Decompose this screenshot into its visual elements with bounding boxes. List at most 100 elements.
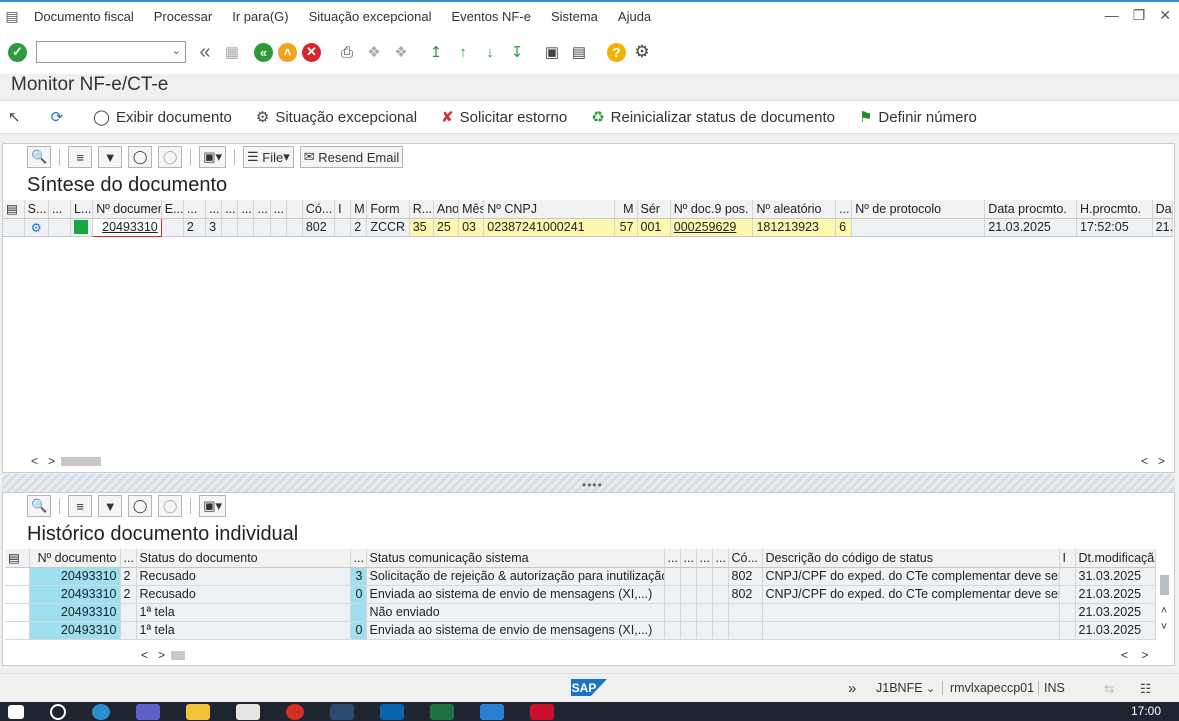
horizontal-scrollbar-right[interactable]: < > [1121, 647, 1148, 663]
menu-sistema[interactable]: Sistema [541, 9, 608, 24]
column-header[interactable]: Dat [1152, 200, 1174, 219]
column-header[interactable]: Nº doc.9 pos. [670, 200, 754, 219]
minimize-icon[interactable]: — [1105, 7, 1119, 24]
column-header[interactable]: ... [835, 200, 853, 219]
column-header[interactable]: ... [237, 200, 255, 219]
excel-icon[interactable] [430, 703, 454, 720]
column-header[interactable]: M [614, 200, 638, 219]
outlook-icon[interactable] [380, 703, 404, 720]
shortcut-icon[interactable]: ▤ [568, 41, 590, 63]
chevron-down-icon[interactable]: ⌄ [172, 44, 181, 57]
menu-situacao-excepcional[interactable]: Situação excepcional [299, 9, 442, 24]
column-header[interactable]: Descrição do código de status [762, 549, 1060, 568]
chevron-down-icon[interactable]: ⌄ [926, 682, 935, 695]
expand-status-icon[interactable]: » [848, 680, 856, 697]
scroll-thumb[interactable] [171, 650, 186, 660]
customize-icon[interactable]: ⚙ [631, 41, 653, 63]
definir-numero-button[interactable]: ⚑ Definir número [859, 108, 977, 127]
column-header[interactable]: Nº aleatório [752, 200, 837, 219]
column-header[interactable]: ... [253, 200, 271, 219]
column-header[interactable]: M [350, 200, 368, 219]
teams-icon[interactable] [136, 703, 160, 720]
scroll-thumb[interactable] [1159, 575, 1169, 595]
column-header[interactable]: R... [409, 200, 434, 219]
column-header[interactable]: Status do documento [136, 549, 351, 568]
lock-icon[interactable]: ☷ [1140, 681, 1151, 696]
scroll-down-icon[interactable]: ˅ [1161, 621, 1167, 633]
splitter[interactable]: •••• [2, 474, 1175, 492]
solicitar-estorno-button[interactable]: ✘ Solicitar estorno [441, 108, 567, 127]
first-page-icon[interactable]: ↥ [425, 41, 447, 63]
menu-ir-para[interactable]: Ir para(G) [222, 9, 298, 24]
resend-email-button[interactable]: ✉ Resend Email [299, 146, 404, 168]
layout-settings-icon[interactable]: ▤ [3, 200, 25, 219]
command-field[interactable]: ⌄ [36, 41, 186, 63]
situacao-excepcional-button[interactable]: ⚙ Situação excepcional [256, 108, 417, 127]
column-header[interactable]: Nº CNPJ [483, 200, 616, 219]
column-header[interactable]: ... [696, 549, 713, 568]
column-header[interactable]: Nº documento [92, 200, 162, 219]
menu-eventos-nfe[interactable]: Eventos NF-e [441, 9, 540, 24]
previous-page-icon[interactable]: ↑ [452, 41, 474, 63]
next-page-icon[interactable]: ↓ [479, 41, 501, 63]
back-icon[interactable]: « [254, 42, 273, 62]
horizontal-scrollbar-right[interactable]: < > [1141, 453, 1165, 469]
exibir-documento-button[interactable]: ◯ Exibir documento [93, 108, 232, 127]
folder-icon[interactable] [186, 703, 210, 720]
column-header[interactable]: Có... [728, 549, 763, 568]
column-header[interactable]: ... [664, 549, 681, 568]
cancel-icon[interactable]: ✕ [302, 42, 321, 62]
layout-settings-icon[interactable]: ▤ [5, 549, 30, 568]
enter-icon[interactable]: ✓ [8, 42, 27, 62]
horizontal-scrollbar[interactable]: < > [141, 647, 186, 663]
column-header[interactable]: ... [350, 549, 367, 568]
column-header[interactable]: ... [205, 200, 223, 219]
details-icon[interactable]: 🔍 [27, 146, 52, 168]
table-row[interactable]: 20493310 1ª tela 0 Enviada ao sistema de… [5, 621, 1156, 640]
filter-icon[interactable]: ▼ [98, 495, 123, 517]
table-row[interactable]: ⚙ 20493310 2 3 802 2 ZCCR 35 25 03 02387… [3, 217, 1174, 237]
table-row[interactable]: 20493310 1ª tela Não enviado 21.03.2025 [5, 603, 1156, 622]
menu-documento-fiscal[interactable]: Documento fiscal [24, 9, 144, 24]
column-header[interactable]: ... [270, 200, 287, 219]
scroll-left-icon[interactable]: < [1141, 454, 1148, 468]
select-icon-button[interactable]: ↖ [8, 108, 27, 126]
refresh-button[interactable]: ⟳ [51, 108, 70, 126]
column-header[interactable]: E... [161, 200, 184, 219]
scroll-right-icon[interactable]: > [48, 454, 55, 468]
scroll-left-icon[interactable]: < [141, 648, 148, 662]
sort-icon[interactable]: ≡ [68, 495, 93, 517]
transaction-code[interactable]: J1BNFE [876, 681, 923, 695]
search-icon[interactable] [50, 703, 66, 720]
column-header[interactable]: ... [120, 549, 137, 568]
column-header[interactable]: ... [221, 200, 239, 219]
column-header[interactable]: I [1059, 549, 1076, 568]
column-header[interactable]: ... [680, 549, 697, 568]
close-icon[interactable]: ✕ [1159, 7, 1171, 24]
create-session-icon[interactable]: ▣ [541, 41, 563, 63]
last-page-icon[interactable]: ↧ [506, 41, 528, 63]
column-header[interactable]: Dt.modificaçã [1075, 549, 1156, 568]
column-header[interactable]: ... [712, 549, 729, 568]
column-header[interactable]: Có... [302, 200, 336, 219]
store-icon[interactable] [236, 703, 260, 720]
column-header[interactable]: ... [48, 200, 72, 219]
remote-desktop-icon[interactable] [480, 703, 504, 720]
splitter-grip-icon[interactable]: •••• [582, 478, 603, 492]
sap-logon-icon[interactable] [330, 703, 354, 720]
details-icon[interactable]: 🔍 [27, 495, 52, 517]
column-header[interactable]: L... [70, 200, 94, 219]
binoculars-icon[interactable]: ◯ [128, 146, 153, 168]
column-header[interactable]: Status comunicação sistema [366, 549, 665, 568]
layout-icon[interactable]: ▣▾ [199, 146, 226, 168]
scroll-up-icon[interactable]: ˄ [1161, 605, 1167, 617]
vertical-scrollbar[interactable]: ˄ ˅ [1157, 572, 1171, 642]
filter-icon[interactable]: ▼ [98, 146, 123, 168]
table-row[interactable]: 20493310 2 Recusado 0 Enviada ao sistema… [5, 585, 1156, 604]
acrobat-icon[interactable] [530, 703, 554, 720]
column-header[interactable]: Nº documento [29, 549, 121, 568]
column-header[interactable]: Data procmto. [984, 200, 1078, 219]
column-header[interactable]: Nº de protocolo [851, 200, 986, 219]
system-menu-icon[interactable]: ▤ [0, 8, 24, 25]
scroll-thumb[interactable] [61, 456, 102, 466]
